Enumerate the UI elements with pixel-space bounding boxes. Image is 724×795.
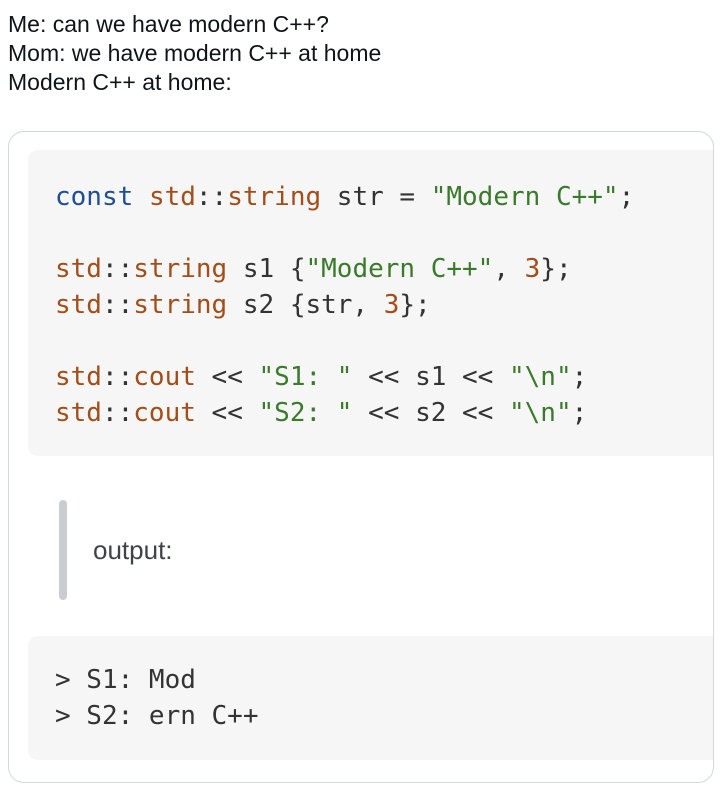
code-token-type: string bbox=[133, 254, 228, 284]
code-token-plain: << s1 << bbox=[352, 362, 509, 392]
blockquote-bar bbox=[59, 500, 67, 600]
blockquote-text: output: bbox=[93, 535, 173, 565]
code-token-number: 3 bbox=[524, 254, 541, 284]
tweet-line-2: Mom: we have modern C++ at home bbox=[8, 40, 382, 66]
code-line: std::string s2 {str, 3}; bbox=[55, 287, 634, 323]
code-line: std::cout << "S2: " << s2 << "\n"; bbox=[55, 395, 634, 431]
code-token-plain: str = bbox=[321, 182, 431, 212]
code-token-string: "\n" bbox=[509, 362, 572, 392]
output-line-2: > S2: ern C++ bbox=[55, 701, 259, 731]
tweet-text: Me: can we have modern C++? Mom: we have… bbox=[8, 10, 708, 97]
code-token-string: "\n" bbox=[509, 398, 572, 428]
code-token-string: "Modern C++" bbox=[305, 254, 494, 284]
output-listing: > S1: Mod > S2: ern C++ bbox=[55, 662, 259, 734]
code-token-plain: << s2 << bbox=[352, 398, 509, 428]
output-line-1: > S1: Mod bbox=[55, 665, 196, 695]
code-token-keyword: const bbox=[55, 182, 134, 212]
code-block: const std::string str = "Modern C++"; std… bbox=[28, 150, 713, 456]
code-token-plain: ; bbox=[571, 362, 588, 392]
code-token-type: std bbox=[55, 362, 102, 392]
code-token-plain: :: bbox=[195, 182, 228, 212]
code-token-plain: ; bbox=[571, 398, 588, 428]
code-token-type: std bbox=[55, 290, 102, 320]
tweet-media-image[interactable]: const std::string str = "Modern C++"; std… bbox=[8, 131, 714, 783]
code-token-plain: :: bbox=[101, 398, 134, 428]
code-line: std::string s1 {"Modern C++", 3}; bbox=[55, 251, 634, 287]
code-token-plain: }; bbox=[399, 290, 431, 320]
code-token-plain: , bbox=[493, 254, 525, 284]
code-token-string: "Modern C++" bbox=[430, 182, 619, 212]
code-line: const std::string str = "Modern C++"; bbox=[55, 179, 634, 215]
code-token-plain: :: bbox=[101, 290, 134, 320]
code-token-string: "S2: " bbox=[258, 398, 353, 428]
code-token-plain: :: bbox=[101, 254, 134, 284]
tweet-line-1: Me: can we have modern C++? bbox=[8, 11, 329, 37]
code-token-type: string bbox=[227, 182, 322, 212]
output-block: > S1: Mod > S2: ern C++ bbox=[28, 636, 713, 760]
code-token-plain: << bbox=[195, 398, 259, 428]
code-token-type: string bbox=[133, 290, 228, 320]
code-token-string: "S1: " bbox=[258, 362, 353, 392]
code-token-type: cout bbox=[133, 398, 196, 428]
code-token-plain: :: bbox=[101, 362, 134, 392]
code-token-type: std bbox=[55, 254, 102, 284]
code-token-type: std bbox=[148, 182, 196, 212]
code-token-plain: }; bbox=[540, 254, 572, 284]
code-token-number: 3 bbox=[383, 290, 400, 320]
code-token-plain: ; bbox=[618, 182, 635, 212]
code-listing: const std::string str = "Modern C++"; std… bbox=[55, 179, 634, 431]
tweet-line-3: Modern C++ at home: bbox=[8, 69, 232, 95]
code-line: std::cout << "S1: " << s1 << "\n"; bbox=[55, 359, 634, 395]
code-token-plain: s2 {str, bbox=[227, 290, 384, 320]
code-token-plain: << bbox=[195, 362, 259, 392]
code-token-plain: s1 { bbox=[227, 254, 306, 284]
code-token-type: std bbox=[55, 398, 102, 428]
code-token-type: cout bbox=[133, 362, 196, 392]
